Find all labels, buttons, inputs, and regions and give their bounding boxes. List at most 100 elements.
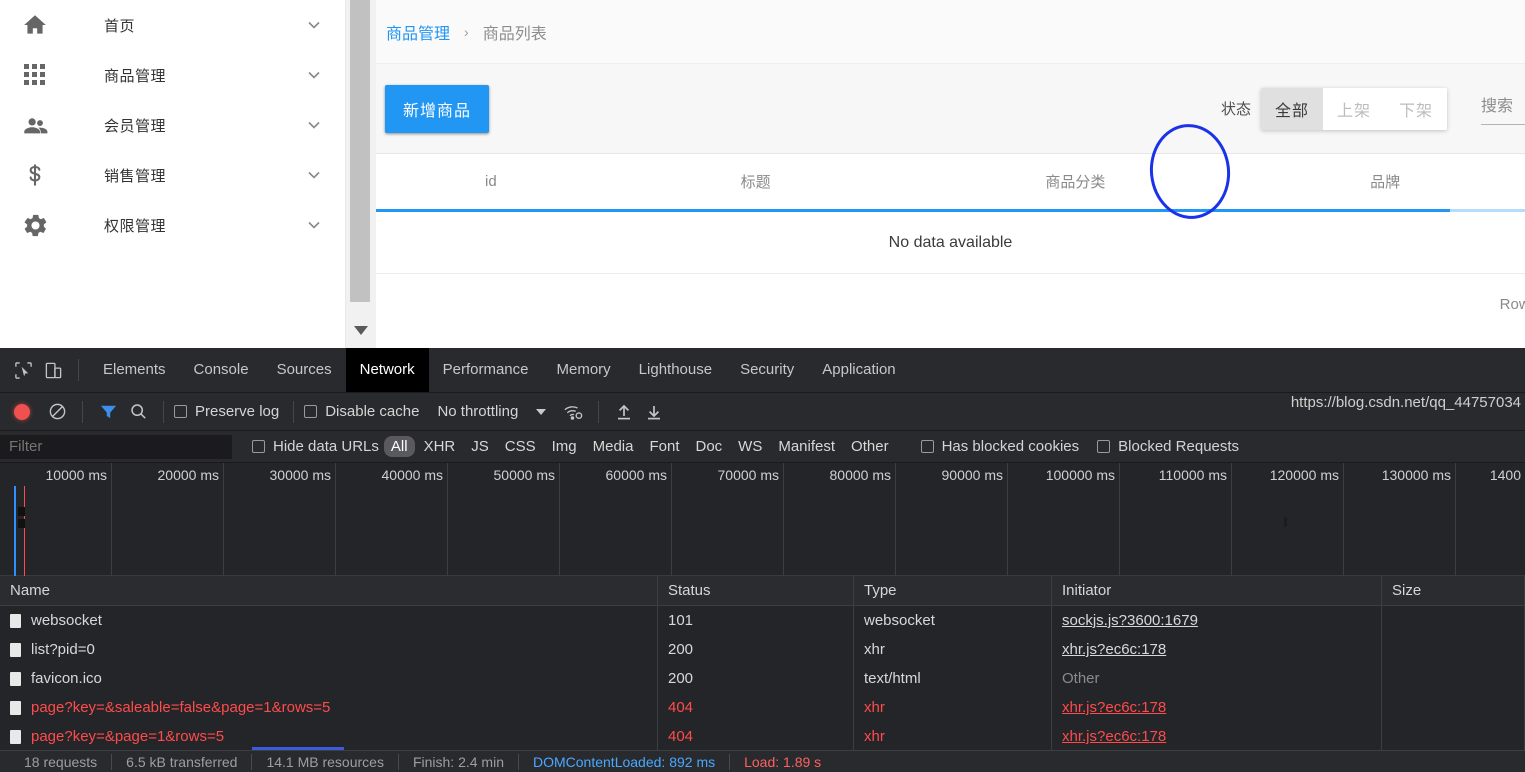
table-row[interactable]: list?pid=0 200 xhr xhr.js?ec6c:178 [0, 635, 1525, 664]
throttling-select[interactable]: No throttling [437, 403, 518, 420]
request-size [1382, 635, 1525, 664]
tab-application[interactable]: Application [808, 348, 909, 392]
grid-column-type[interactable]: Type [854, 576, 1052, 605]
has-blocked-cookies-checkbox[interactable]: Has blocked cookies [920, 438, 1079, 455]
grid-column-status[interactable]: Status [658, 576, 854, 605]
content-area: 商品管理 › 商品列表 新增商品 状态 全部 上架 下架 搜索 id 标题 商品… [376, 0, 1525, 348]
timeline-tick: 110000 ms [1120, 463, 1232, 576]
type-filter-img[interactable]: Img [545, 436, 584, 457]
type-filter-doc[interactable]: Doc [688, 436, 729, 457]
search-field[interactable]: 搜索 [1481, 92, 1525, 125]
type-filter-xhr[interactable]: XHR [417, 436, 463, 457]
network-conditions-icon[interactable] [558, 396, 588, 428]
search-icon[interactable] [123, 396, 153, 428]
type-filter-font[interactable]: Font [642, 436, 686, 457]
grid-column-name[interactable]: Name [0, 576, 658, 605]
checkbox-box[interactable] [920, 440, 934, 453]
tab-memory[interactable]: Memory [543, 348, 625, 392]
request-name-cell[interactable]: list?pid=0 [0, 635, 658, 664]
chevron-down-icon[interactable] [536, 408, 547, 415]
type-filter-js[interactable]: JS [464, 436, 496, 457]
sidebar-item-permission[interactable]: 权限管理 [0, 200, 345, 250]
table-row[interactable]: favicon.ico 200 text/html Other [0, 664, 1525, 693]
toggle-device-toolbar-icon[interactable] [38, 354, 68, 386]
rows-per-page-label[interactable]: Rows per [1500, 296, 1525, 313]
scrollbar-track[interactable] [346, 0, 376, 314]
type-filter-all[interactable]: All [383, 436, 415, 457]
request-initiator: Other [1062, 670, 1100, 687]
inspect-element-icon[interactable] [8, 354, 38, 386]
chevron-down-icon[interactable] [303, 64, 325, 86]
clear-icon[interactable] [42, 396, 72, 428]
grid-body: websocket 101 websocket sockjs.js?3600:1… [0, 606, 1525, 751]
breadcrumb-parent[interactable]: 商品管理 [386, 20, 450, 44]
request-type: xhr [854, 693, 1052, 722]
column-header-category[interactable]: 商品分类 [906, 171, 1246, 192]
type-filter-css[interactable]: CSS [498, 436, 543, 457]
tab-security[interactable]: Security [726, 348, 808, 392]
network-overview-timeline[interactable]: 10000 ms 20000 ms 30000 ms 40000 ms 5000… [0, 463, 1525, 576]
devtools-panel: Elements Console Sources Network Perform… [0, 348, 1525, 772]
import-har-icon[interactable] [609, 396, 639, 428]
page-scrollbar[interactable] [346, 0, 376, 348]
sidebar-item-home[interactable]: 首页 [0, 0, 345, 50]
tab-sources[interactable]: Sources [263, 348, 346, 392]
column-header-id[interactable]: id [376, 173, 606, 190]
product-table: id 标题 商品分类 品牌 No data available Rows per [376, 154, 1525, 334]
column-header-title[interactable]: 标题 [606, 171, 906, 192]
checkbox-box[interactable] [252, 440, 265, 453]
checkbox-box[interactable] [1097, 440, 1111, 453]
request-type: xhr [854, 722, 1052, 751]
checkbox-box[interactable] [304, 405, 318, 418]
grid-column-initiator[interactable]: Initiator [1052, 576, 1382, 605]
table-row[interactable]: page?key=&saleable=false&page=1&rows=5 4… [0, 693, 1525, 722]
disable-cache-checkbox[interactable]: Disable cache [304, 403, 419, 420]
add-product-button[interactable]: 新增商品 [385, 84, 490, 133]
request-initiator-link[interactable]: xhr.js?ec6c:178 [1062, 641, 1166, 658]
chevron-down-icon[interactable] [303, 114, 325, 136]
filter-input[interactable] [0, 434, 232, 459]
status-filter-all[interactable]: 全部 [1260, 87, 1323, 130]
type-filter-other[interactable]: Other [844, 436, 896, 457]
tab-elements[interactable]: Elements [89, 348, 180, 392]
file-icon [10, 642, 21, 657]
chevron-down-icon[interactable] [303, 14, 325, 36]
request-initiator-link[interactable]: xhr.js?ec6c:178 [1062, 728, 1166, 745]
export-har-icon[interactable] [639, 396, 669, 428]
type-filter-manifest[interactable]: Manifest [771, 436, 842, 457]
request-initiator-link[interactable]: sockjs.js?3600:1679 [1062, 612, 1198, 629]
type-filter-ws[interactable]: WS [731, 436, 769, 457]
tab-console[interactable]: Console [180, 348, 263, 392]
sidebar-item-product[interactable]: 商品管理 [0, 50, 345, 100]
status-filter-off-shelf[interactable]: 下架 [1384, 87, 1447, 130]
scrollbar-thumb[interactable] [350, 0, 370, 302]
filter-funnel-icon[interactable] [93, 396, 123, 428]
status-filter-on-shelf[interactable]: 上架 [1322, 87, 1385, 130]
request-name-cell[interactable]: page?key=&saleable=false&page=1&rows=5 [0, 693, 658, 722]
record-dot-icon[interactable] [14, 403, 30, 420]
scroll-down-arrow-icon[interactable] [346, 314, 376, 348]
chevron-down-icon[interactable] [303, 214, 325, 236]
summary-finish: Finish: 2.4 min [399, 753, 519, 770]
tab-lighthouse[interactable]: Lighthouse [625, 348, 726, 392]
file-icon [10, 700, 21, 715]
request-name-cell[interactable]: favicon.ico [0, 664, 658, 693]
tab-performance[interactable]: Performance [429, 348, 543, 392]
column-header-brand[interactable]: 品牌 [1245, 171, 1525, 192]
sidebar-item-member[interactable]: 会员管理 [0, 100, 345, 150]
tab-network[interactable]: Network [345, 348, 429, 392]
grid-column-size[interactable]: Size [1382, 576, 1525, 605]
sidebar-item-sales[interactable]: 销售管理 [0, 150, 345, 200]
hide-data-urls-checkbox[interactable]: Hide data URLs [252, 438, 379, 455]
status-filter-group: 状态 全部 上架 下架 [1221, 87, 1447, 130]
table-row[interactable]: page?key=&page=1&rows=5 404 xhr xhr.js?e… [0, 722, 1525, 751]
type-filter-media[interactable]: Media [586, 436, 641, 457]
blocked-requests-checkbox[interactable]: Blocked Requests [1097, 438, 1239, 455]
table-row[interactable]: websocket 101 websocket sockjs.js?3600:1… [0, 606, 1525, 635]
checkbox-box[interactable] [174, 405, 187, 418]
blocked-requests-label: Blocked Requests [1118, 438, 1240, 455]
request-name-cell[interactable]: websocket [0, 606, 658, 635]
request-initiator-link[interactable]: xhr.js?ec6c:178 [1062, 699, 1166, 716]
chevron-down-icon[interactable] [303, 164, 325, 186]
preserve-log-checkbox[interactable]: Preserve log [174, 403, 279, 420]
